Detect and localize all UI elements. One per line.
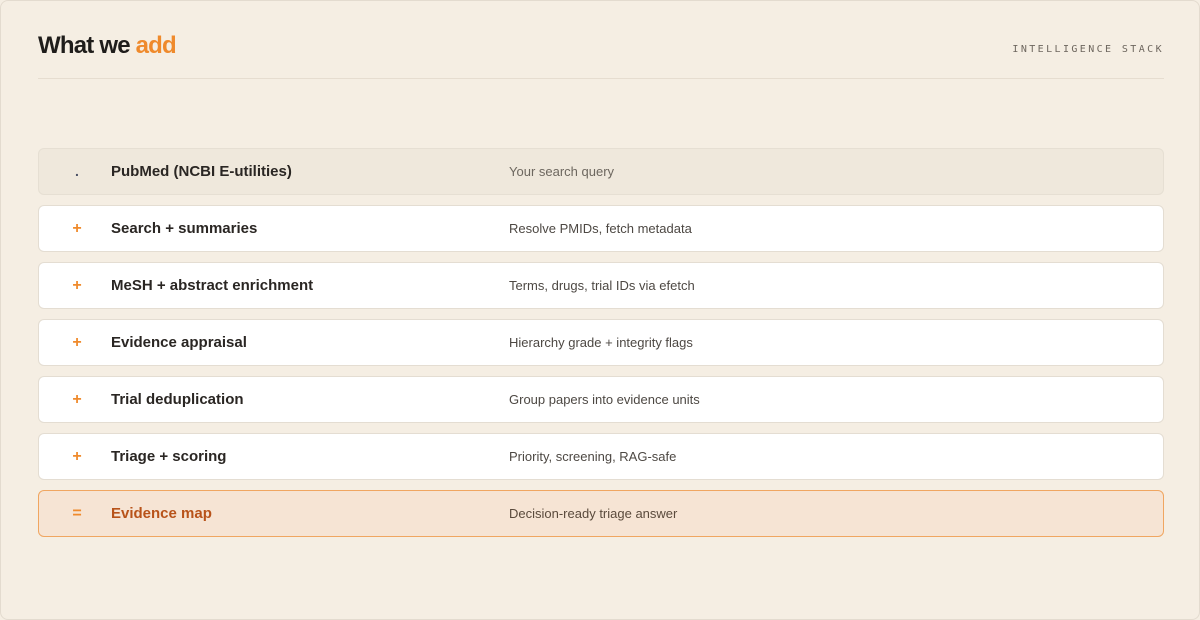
row-description: Resolve PMIDs, fetch metadata [509, 221, 692, 236]
title-main: What we [38, 32, 136, 59]
stack-row-result: = Evidence map Decision-ready triage ans… [38, 490, 1164, 537]
plus-marker: + [72, 391, 82, 408]
row-description: Priority, screening, RAG-safe [509, 449, 677, 464]
stack-row-step: + Trial deduplication Group papers into … [38, 376, 1164, 423]
stack-list: . PubMed (NCBI E-utilities) Your search … [38, 148, 1164, 547]
plus-marker: + [72, 448, 82, 465]
stack-row-step: + Evidence appraisal Hierarchy grade + i… [38, 319, 1164, 366]
row-description: Group papers into evidence units [509, 392, 700, 407]
row-name: Evidence map [111, 505, 212, 522]
row-name: MeSH + abstract enrichment [111, 277, 314, 294]
row-name: Search + summaries [111, 220, 258, 237]
stack-row-step: + Triage + scoring Priority, screening, … [38, 433, 1164, 480]
title-accent: add [135, 32, 177, 59]
row-description: Terms, drugs, trial IDs via efetch [509, 278, 695, 293]
equals-marker: = [72, 505, 82, 522]
row-name: PubMed (NCBI E-utilities) [111, 163, 292, 180]
stack-row-step: + Search + summaries Resolve PMIDs, fetc… [38, 205, 1164, 252]
stack-row-source: . PubMed (NCBI E-utilities) Your search … [38, 148, 1164, 195]
row-name: Evidence appraisal [111, 334, 247, 351]
plus-marker: + [72, 334, 82, 351]
stack-label: INTELLIGENCE STACK [1012, 44, 1164, 55]
row-description: Your search query [509, 164, 615, 179]
dot-marker: . [75, 163, 79, 179]
row-name: Triage + scoring [111, 448, 227, 465]
header: What we add INTELLIGENCE STACK [38, 31, 1164, 79]
row-description: Decision-ready triage answer [509, 506, 678, 521]
plus-marker: + [72, 277, 82, 294]
slide-frame: What we add INTELLIGENCE STACK . PubMed … [0, 0, 1200, 620]
row-name: Trial deduplication [111, 391, 244, 408]
stack-row-step: + MeSH + abstract enrichment Terms, drug… [38, 262, 1164, 309]
plus-marker: + [72, 220, 82, 237]
page-title: What we add [38, 31, 177, 61]
row-description: Hierarchy grade + integrity flags [509, 335, 693, 350]
